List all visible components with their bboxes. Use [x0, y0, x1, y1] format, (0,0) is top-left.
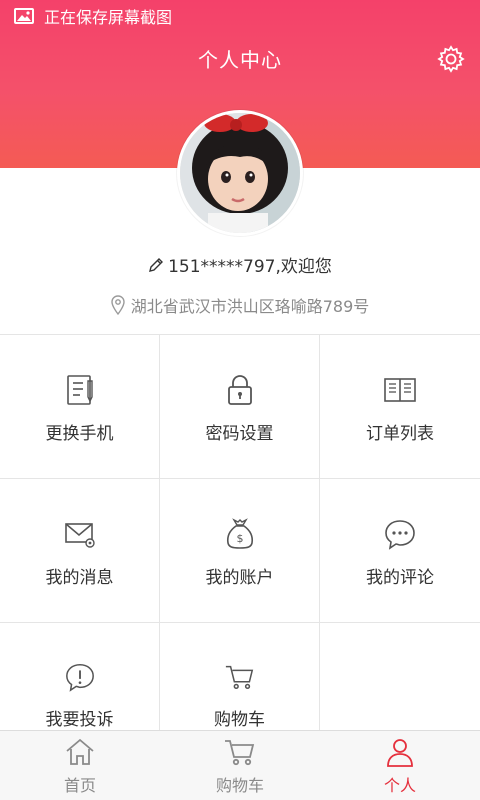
grid-item-label: 购物车 — [214, 710, 265, 730]
feature-grid: 更换手机 密码设置 订单列表 我的消息 $ 我的账户 我的评论 我要投诉 购物车 — [0, 334, 480, 731]
page-title: 个人中心 — [198, 48, 282, 72]
grid-item-account[interactable]: $ 我的账户 — [160, 479, 320, 623]
nav-label: 购物车 — [215, 775, 264, 795]
cart-icon — [225, 665, 253, 690]
alert-bubble-icon — [65, 664, 94, 692]
nav-item-cart[interactable]: 购物车 — [160, 731, 320, 800]
book-icon — [384, 378, 416, 402]
nav-label: 首页 — [63, 775, 96, 795]
home-icon — [66, 738, 94, 765]
grid-item-change-phone[interactable]: 更换手机 — [0, 335, 160, 479]
nav-item-profile[interactable]: 个人 — [320, 731, 480, 800]
nav-item-home[interactable]: 首页 — [0, 731, 160, 800]
grid-item-comments[interactable]: 我的评论 — [320, 479, 480, 623]
grid-item-label: 我的评论 — [366, 568, 434, 588]
pencil-icon — [149, 257, 164, 272]
greeting-line[interactable]: 151*****797,欢迎您 — [0, 252, 480, 277]
person-icon — [387, 738, 413, 767]
status-text: 正在保存屏幕截图 — [44, 8, 173, 27]
grid-item-password[interactable]: 密码设置 — [160, 335, 320, 479]
location-pin-icon — [111, 295, 125, 315]
grid-item-cart[interactable]: 购物车 — [160, 623, 320, 731]
svg-text:$: $ — [236, 532, 243, 545]
grid-item-label: 我的账户 — [205, 568, 274, 588]
image-icon — [14, 8, 34, 24]
grid-item-label: 我要投诉 — [45, 710, 114, 730]
grid-item-empty — [320, 623, 480, 731]
grid-item-label: 密码设置 — [205, 424, 274, 444]
document-icon — [66, 375, 93, 405]
bottom-nav: 首页 购物车 个人 — [0, 730, 480, 800]
avatar[interactable] — [177, 110, 303, 236]
lock-icon — [227, 375, 252, 405]
address-line: 湖北省武汉市洪山区珞喻路789号 — [0, 293, 480, 317]
grid-item-label: 订单列表 — [366, 424, 434, 444]
grid-item-label: 我的消息 — [45, 568, 114, 588]
avatar-photo — [180, 113, 300, 233]
mail-icon — [64, 523, 95, 548]
grid-item-orders[interactable]: 订单列表 — [320, 335, 480, 479]
cart-icon — [225, 739, 255, 765]
grid-item-complaint[interactable]: 我要投诉 — [0, 623, 160, 731]
gear-icon[interactable] — [436, 44, 466, 74]
nav-label: 个人 — [383, 775, 416, 795]
greeting-text: 151*****797,欢迎您 — [168, 257, 332, 277]
grid-item-messages[interactable]: 我的消息 — [0, 479, 160, 623]
address-text: 湖北省武汉市洪山区珞喻路789号 — [130, 297, 370, 316]
money-bag-icon: $ — [226, 518, 253, 549]
grid-item-label: 更换手机 — [45, 424, 114, 444]
status-bar: 正在保存屏幕截图 — [0, 0, 480, 32]
chat-bubble-icon — [385, 520, 415, 550]
